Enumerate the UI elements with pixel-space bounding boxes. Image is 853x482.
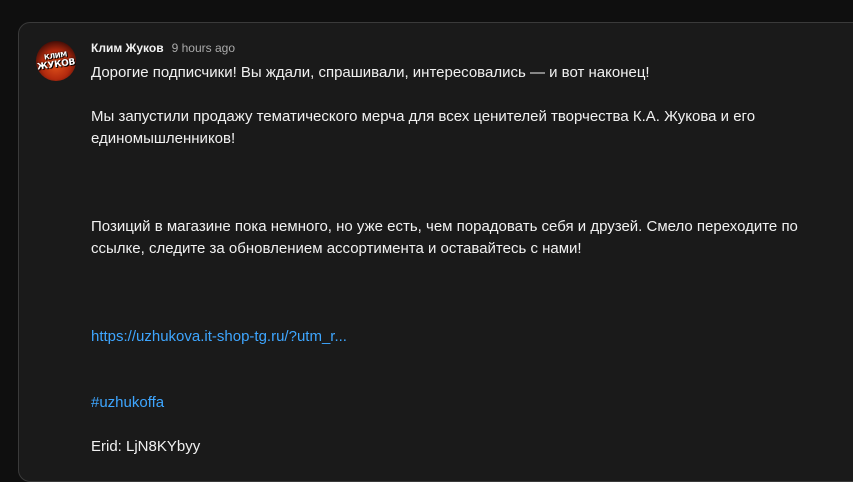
post-paragraph-1: Дорогие подписчики! Вы ждали, спрашивали…: [91, 64, 650, 81]
author-name[interactable]: Клим Жуков: [91, 41, 164, 55]
erid-label: Erid: LjN8KYbyy: [91, 438, 201, 455]
post-timestamp[interactable]: 9 hours ago: [172, 41, 235, 55]
channel-avatar[interactable]: КЛИМ ЖУКОВ: [36, 41, 76, 81]
avatar-text-line-2: ЖУКОВ: [36, 56, 76, 73]
post-header: Клим Жуков 9 hours ago: [91, 41, 235, 57]
post-body: Дорогие подписчики! Вы ждали, спрашивали…: [91, 62, 841, 458]
post-paragraph-3: Позиций в магазине пока немного, но уже …: [91, 218, 798, 257]
post-paragraph-2: Мы запустили продажу тематического мерча…: [91, 108, 756, 147]
shop-link[interactable]: https://uzhukova.it-shop-tg.ru/?utm_r...: [91, 328, 347, 345]
hashtag-link[interactable]: #uzhukoffa: [91, 394, 164, 411]
